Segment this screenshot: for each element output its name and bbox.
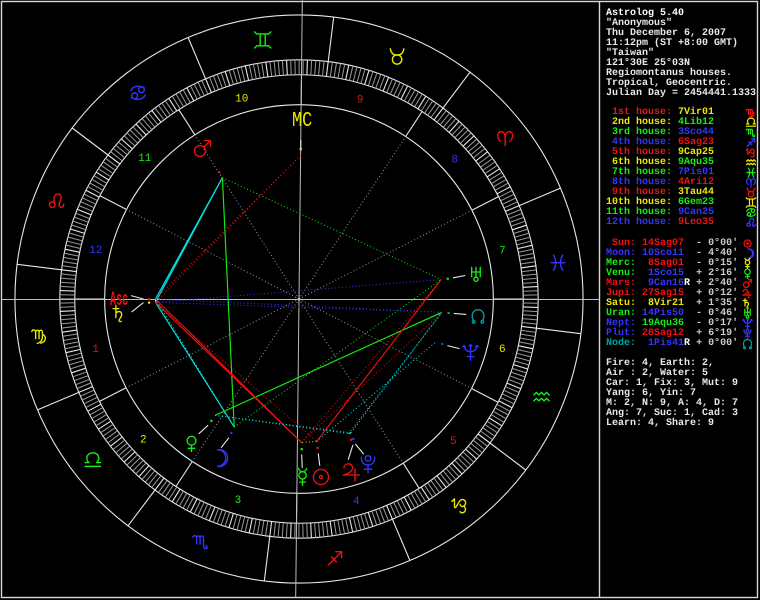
svg-text:6: 6 (499, 344, 506, 356)
svg-text:7: 7 (499, 245, 506, 257)
svg-text:12: 12 (89, 245, 102, 257)
svg-text:1: 1 (92, 344, 99, 356)
svg-text:5: 5 (450, 436, 457, 448)
svg-text:3: 3 (235, 495, 242, 507)
svg-text:10: 10 (235, 93, 248, 105)
svg-text:8: 8 (451, 155, 458, 167)
svg-text:MC: MC (292, 108, 312, 133)
svg-text:11: 11 (138, 153, 152, 165)
svg-text:4: 4 (353, 496, 360, 508)
svg-text:2: 2 (140, 435, 147, 447)
svg-text:Asc: Asc (110, 289, 128, 312)
svg-text:9: 9 (357, 94, 364, 106)
